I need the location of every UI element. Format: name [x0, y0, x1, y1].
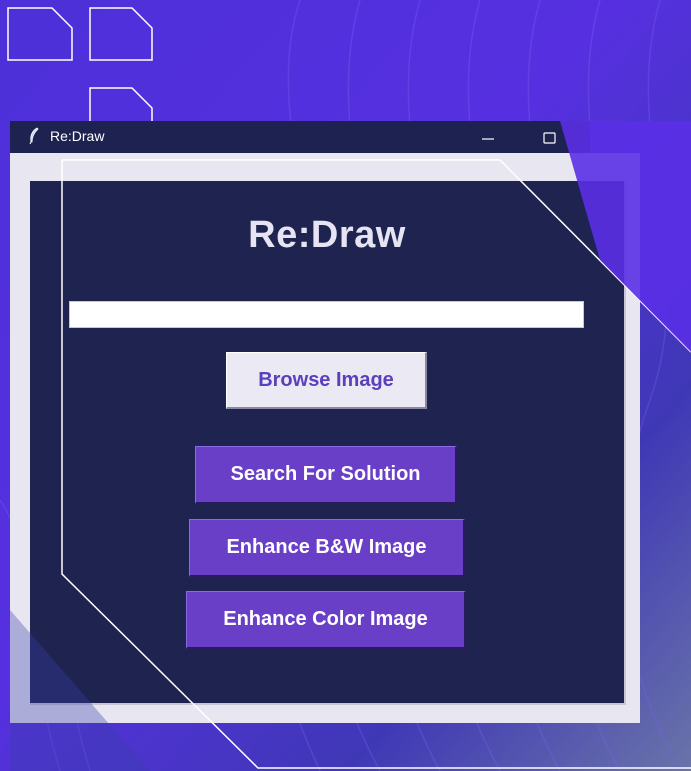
- enhance-bw-button[interactable]: Enhance B&W Image: [189, 519, 465, 577]
- minimize-button[interactable]: [476, 125, 500, 149]
- enhance-color-button[interactable]: Enhance Color Image: [186, 591, 466, 649]
- image-path-input[interactable]: [69, 301, 584, 328]
- title-bar[interactable]: Re:Draw: [10, 121, 590, 153]
- feather-icon: [26, 127, 42, 145]
- maximize-button[interactable]: [538, 125, 562, 149]
- app-heading: Re:Draw: [248, 214, 406, 256]
- browse-image-button[interactable]: Browse Image: [226, 352, 427, 409]
- window-title: Re:Draw: [50, 128, 105, 144]
- search-solution-button[interactable]: Search For Solution: [195, 446, 457, 504]
